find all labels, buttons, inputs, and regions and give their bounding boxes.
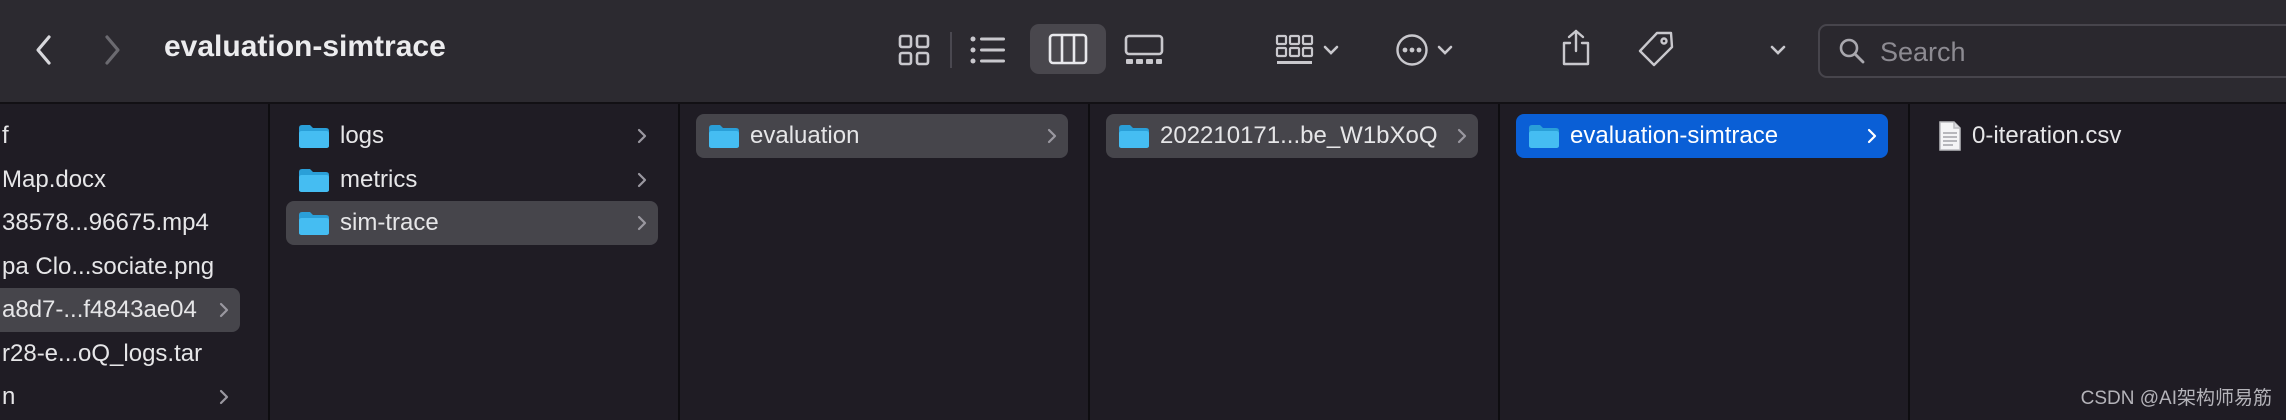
- list-item[interactable]: n: [0, 375, 240, 419]
- tag-icon: [1638, 31, 1674, 67]
- more-actions-button[interactable]: [1390, 26, 1460, 74]
- column-6: 0-iteration.csv: [1910, 104, 2286, 420]
- tag-button[interactable]: [1632, 24, 1680, 74]
- share-button[interactable]: [1554, 22, 1598, 74]
- list-item[interactable]: 0-iteration.csv: [1926, 114, 2264, 158]
- folder-icon: [1118, 123, 1150, 149]
- column-5: evaluation-simtrace: [1500, 104, 1910, 420]
- item-label: Map.docx: [2, 165, 107, 193]
- list-item[interactable]: evaluation: [696, 114, 1068, 158]
- forward-button[interactable]: [90, 26, 134, 74]
- column-view-icon: [1048, 33, 1088, 65]
- chevron-right-icon: [105, 35, 120, 65]
- list-item[interactable]: metrics: [286, 158, 658, 202]
- more-actions-icon: [1396, 34, 1428, 66]
- search-icon: [1839, 38, 1865, 64]
- chevron-right-icon: [1456, 114, 1468, 158]
- toolbar: evaluation-simtrace: [0, 0, 2286, 104]
- list-view-icon: [970, 36, 1005, 64]
- chevron-right-icon: [1046, 114, 1058, 158]
- chevron-left-icon: [36, 35, 51, 65]
- group-by-button[interactable]: [1268, 26, 1348, 74]
- folder-icon: [298, 167, 330, 193]
- icon-view-button[interactable]: [892, 26, 936, 74]
- icon-view-icon: [898, 34, 930, 66]
- share-icon: [1562, 29, 1590, 66]
- document-icon: [1938, 121, 1962, 151]
- column-view-button[interactable]: [1030, 24, 1106, 74]
- item-label: evaluation-simtrace: [1570, 122, 1779, 149]
- item-label: r28-e...oQ_logs.tar: [2, 339, 203, 367]
- item-label: a8d7-...f4843ae04: [2, 296, 197, 323]
- chevron-right-icon: [1866, 114, 1878, 158]
- column-1: f Map.docx 38578...96675.mp4 pa Clo...socia…: [0, 104, 270, 420]
- chevron-right-icon: [636, 201, 648, 245]
- expand-toolbar-button[interactable]: [1762, 26, 1794, 74]
- chevron-down-icon: [1437, 45, 1453, 55]
- item-label: 202210171...be_W1bXoQ: [1160, 122, 1438, 149]
- list-item[interactable]: sim-trace: [286, 201, 658, 245]
- list-item[interactable]: 38578...96675.mp4: [0, 201, 240, 245]
- toolbar-separator: [950, 32, 952, 68]
- column-2: logs metrics sim-trace: [270, 104, 680, 420]
- group-by-icon: [1275, 34, 1314, 64]
- folder-icon: [708, 123, 740, 149]
- gallery-view-icon: [1124, 34, 1164, 64]
- list-item[interactable]: pa Clo...sociate.png: [0, 245, 240, 289]
- chevron-right-icon: [636, 114, 648, 158]
- gallery-view-button[interactable]: [1120, 26, 1168, 74]
- list-item[interactable]: Map.docx: [0, 158, 240, 202]
- search-field[interactable]: [1818, 24, 2286, 78]
- folder-icon: [1528, 123, 1560, 149]
- list-item[interactable]: evaluation-simtrace: [1516, 114, 1888, 158]
- item-label: 38578...96675.mp4: [2, 209, 209, 236]
- list-item[interactable]: r28-e...oQ_logs.tar: [0, 332, 240, 376]
- list-item[interactable]: f: [0, 114, 240, 158]
- item-label: sim-trace: [340, 209, 439, 236]
- column-browser: f Map.docx 38578...96675.mp4 pa Clo...socia…: [0, 104, 2286, 420]
- chevron-down-icon: [1323, 45, 1339, 55]
- chevron-down-icon: [1770, 45, 1786, 55]
- list-view-button[interactable]: [966, 26, 1010, 74]
- chevron-right-icon: [218, 375, 230, 419]
- folder-icon: [298, 210, 330, 236]
- folder-icon: [298, 123, 330, 149]
- search-input[interactable]: [1878, 37, 2282, 67]
- watermark: CSDN @AI架构师易筋: [2080, 388, 2272, 409]
- column-3: evaluation: [680, 104, 1090, 420]
- chevron-right-icon: [218, 288, 230, 332]
- column-4: 202210171...be_W1bXoQ: [1090, 104, 1500, 420]
- list-item[interactable]: logs: [286, 114, 658, 158]
- item-label: f: [2, 122, 9, 149]
- item-label: n: [2, 383, 16, 410]
- chevron-right-icon: [636, 158, 648, 202]
- item-label: pa Clo...sociate.png: [2, 252, 215, 280]
- item-label: evaluation: [750, 122, 860, 149]
- item-label: 0-iteration.csv: [1972, 122, 2122, 149]
- item-label: metrics: [340, 165, 418, 193]
- window-title: evaluation-simtrace: [164, 30, 446, 63]
- list-item[interactable]: 202210171...be_W1bXoQ: [1106, 114, 1478, 158]
- list-item[interactable]: a8d7-...f4843ae04: [0, 288, 240, 332]
- item-label: logs: [340, 122, 385, 149]
- back-button[interactable]: [22, 26, 66, 74]
